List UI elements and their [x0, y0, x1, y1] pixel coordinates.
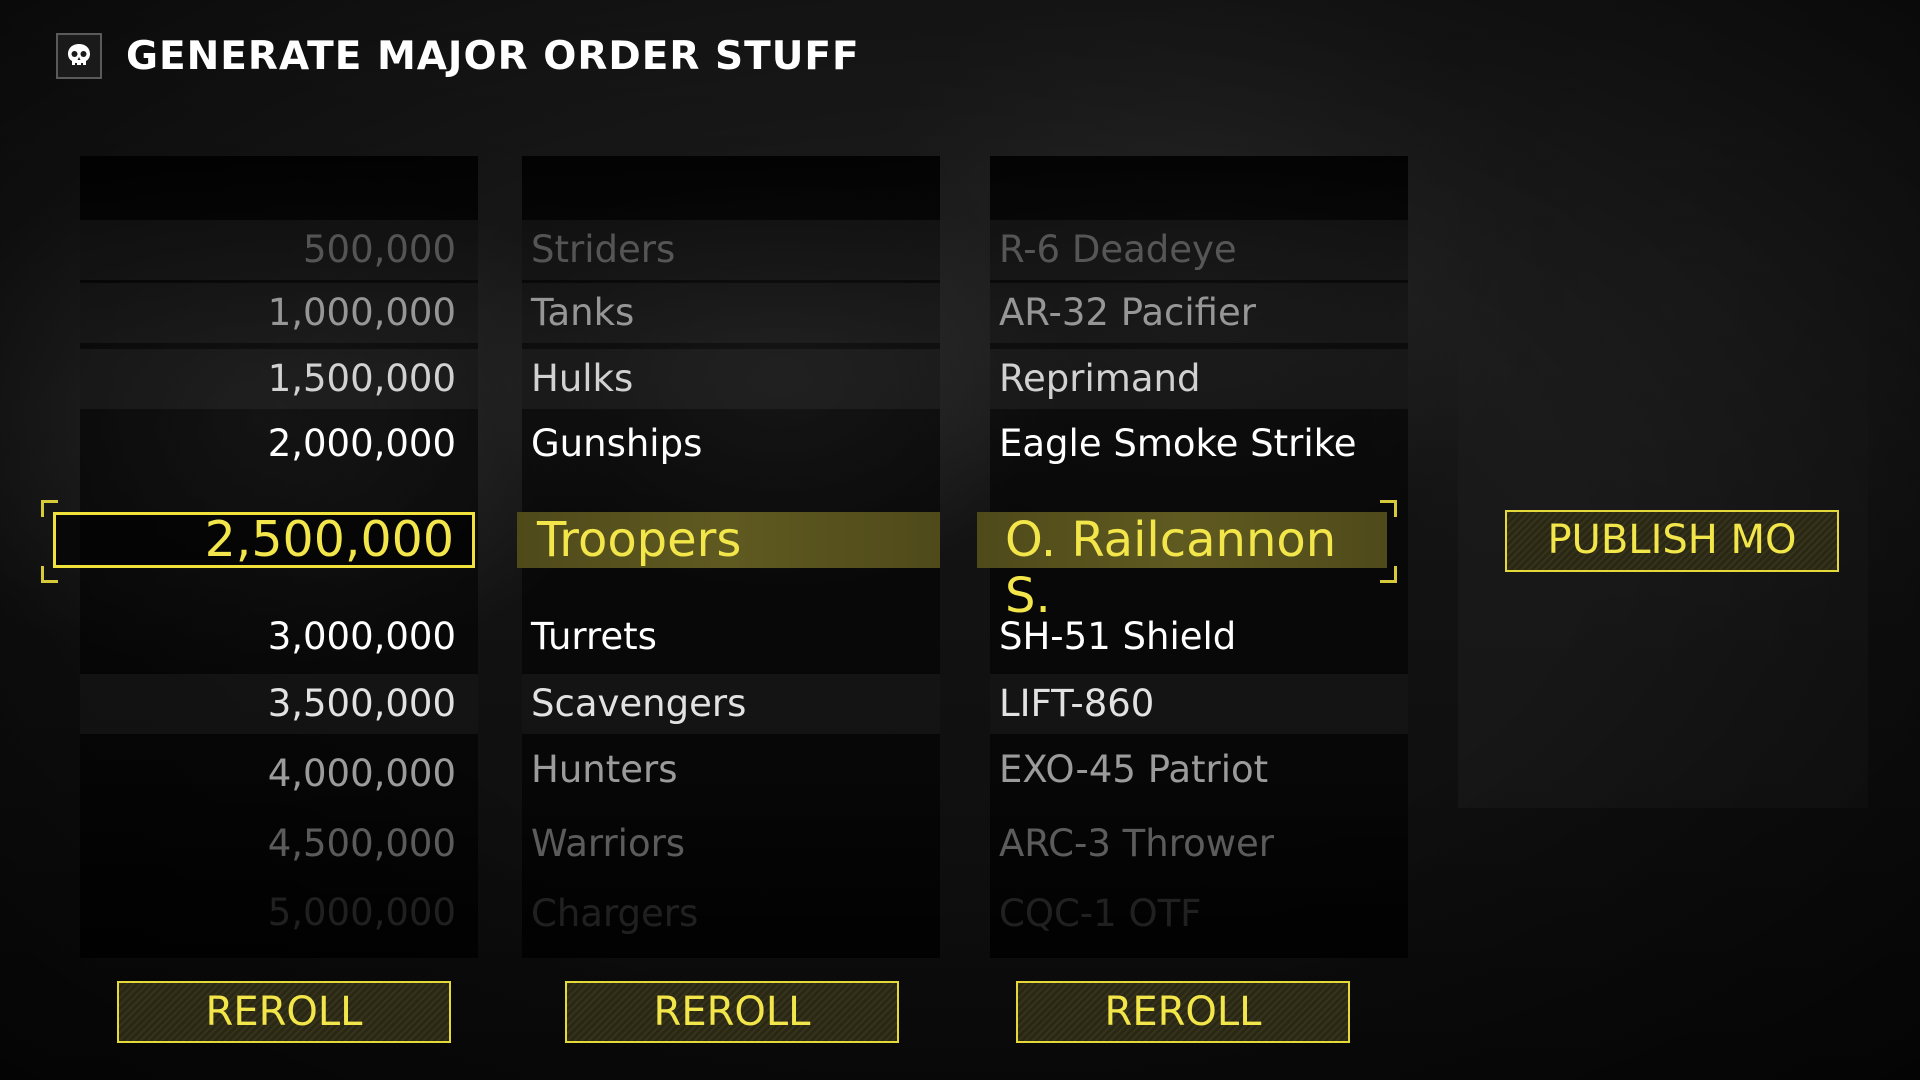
enemy-option[interactable]: Chargers: [522, 884, 940, 944]
reroll-number-button[interactable]: REROLL: [117, 981, 451, 1043]
selection-bracket: [1380, 500, 1397, 517]
stratagem-option[interactable]: CQC-1 OTF: [990, 884, 1408, 944]
number-option[interactable]: 1,000,000: [80, 283, 478, 343]
selected-enemy-label: Troopers: [537, 512, 742, 568]
number-option[interactable]: 500,000: [80, 220, 478, 280]
selection-bracket: [41, 500, 58, 517]
selection-bracket: [1380, 566, 1397, 583]
stratagem-option[interactable]: AR-32 Pacifier: [990, 283, 1408, 343]
number-option[interactable]: 2,000,000: [80, 414, 478, 474]
selection-bracket: [41, 566, 58, 583]
publish-mo-button[interactable]: PUBLISH MO: [1505, 510, 1839, 572]
enemy-option[interactable]: Tanks: [522, 283, 940, 343]
selected-number[interactable]: 2,500,000: [53, 512, 475, 568]
number-option[interactable]: 4,500,000: [80, 814, 478, 874]
stratagem-option[interactable]: LIFT-860: [990, 674, 1408, 734]
skull-icon: [56, 33, 102, 79]
header: GENERATE MAJOR ORDER STUFF: [56, 33, 860, 79]
stratagem-option[interactable]: ARC-3 Thrower: [990, 814, 1408, 874]
enemy-option[interactable]: Hunters: [522, 740, 940, 800]
number-option[interactable]: 3,000,000: [80, 607, 478, 667]
reroll-stratagem-button[interactable]: REROLL: [1016, 981, 1350, 1043]
number-option[interactable]: 1,500,000: [80, 349, 478, 409]
number-option[interactable]: 5,000,000: [80, 883, 478, 943]
number-option[interactable]: 3,500,000: [80, 674, 478, 734]
enemy-option[interactable]: Hulks: [522, 349, 940, 409]
selected-stratagem[interactable]: O. Railcannon S.: [977, 512, 1387, 624]
stratagem-option[interactable]: Eagle Smoke Strike: [990, 414, 1408, 474]
reroll-enemy-button[interactable]: REROLL: [565, 981, 899, 1043]
number-option[interactable]: 4,000,000: [80, 744, 478, 804]
enemy-option[interactable]: Warriors: [522, 814, 940, 874]
page-title: GENERATE MAJOR ORDER STUFF: [126, 33, 860, 79]
selected-enemy[interactable]: Troopers: [517, 512, 940, 568]
stratagem-option[interactable]: R-6 Deadeye: [990, 220, 1408, 280]
enemy-option[interactable]: Scavengers: [522, 674, 940, 734]
stratagem-option[interactable]: EXO-45 Patriot: [990, 740, 1408, 800]
enemy-option[interactable]: Turrets: [522, 607, 940, 667]
enemy-option[interactable]: Gunships: [522, 414, 940, 474]
enemy-option[interactable]: Striders: [522, 220, 940, 280]
stratagem-option[interactable]: SH-51 Shield: [990, 607, 1408, 667]
stratagem-option[interactable]: Reprimand: [990, 349, 1408, 409]
